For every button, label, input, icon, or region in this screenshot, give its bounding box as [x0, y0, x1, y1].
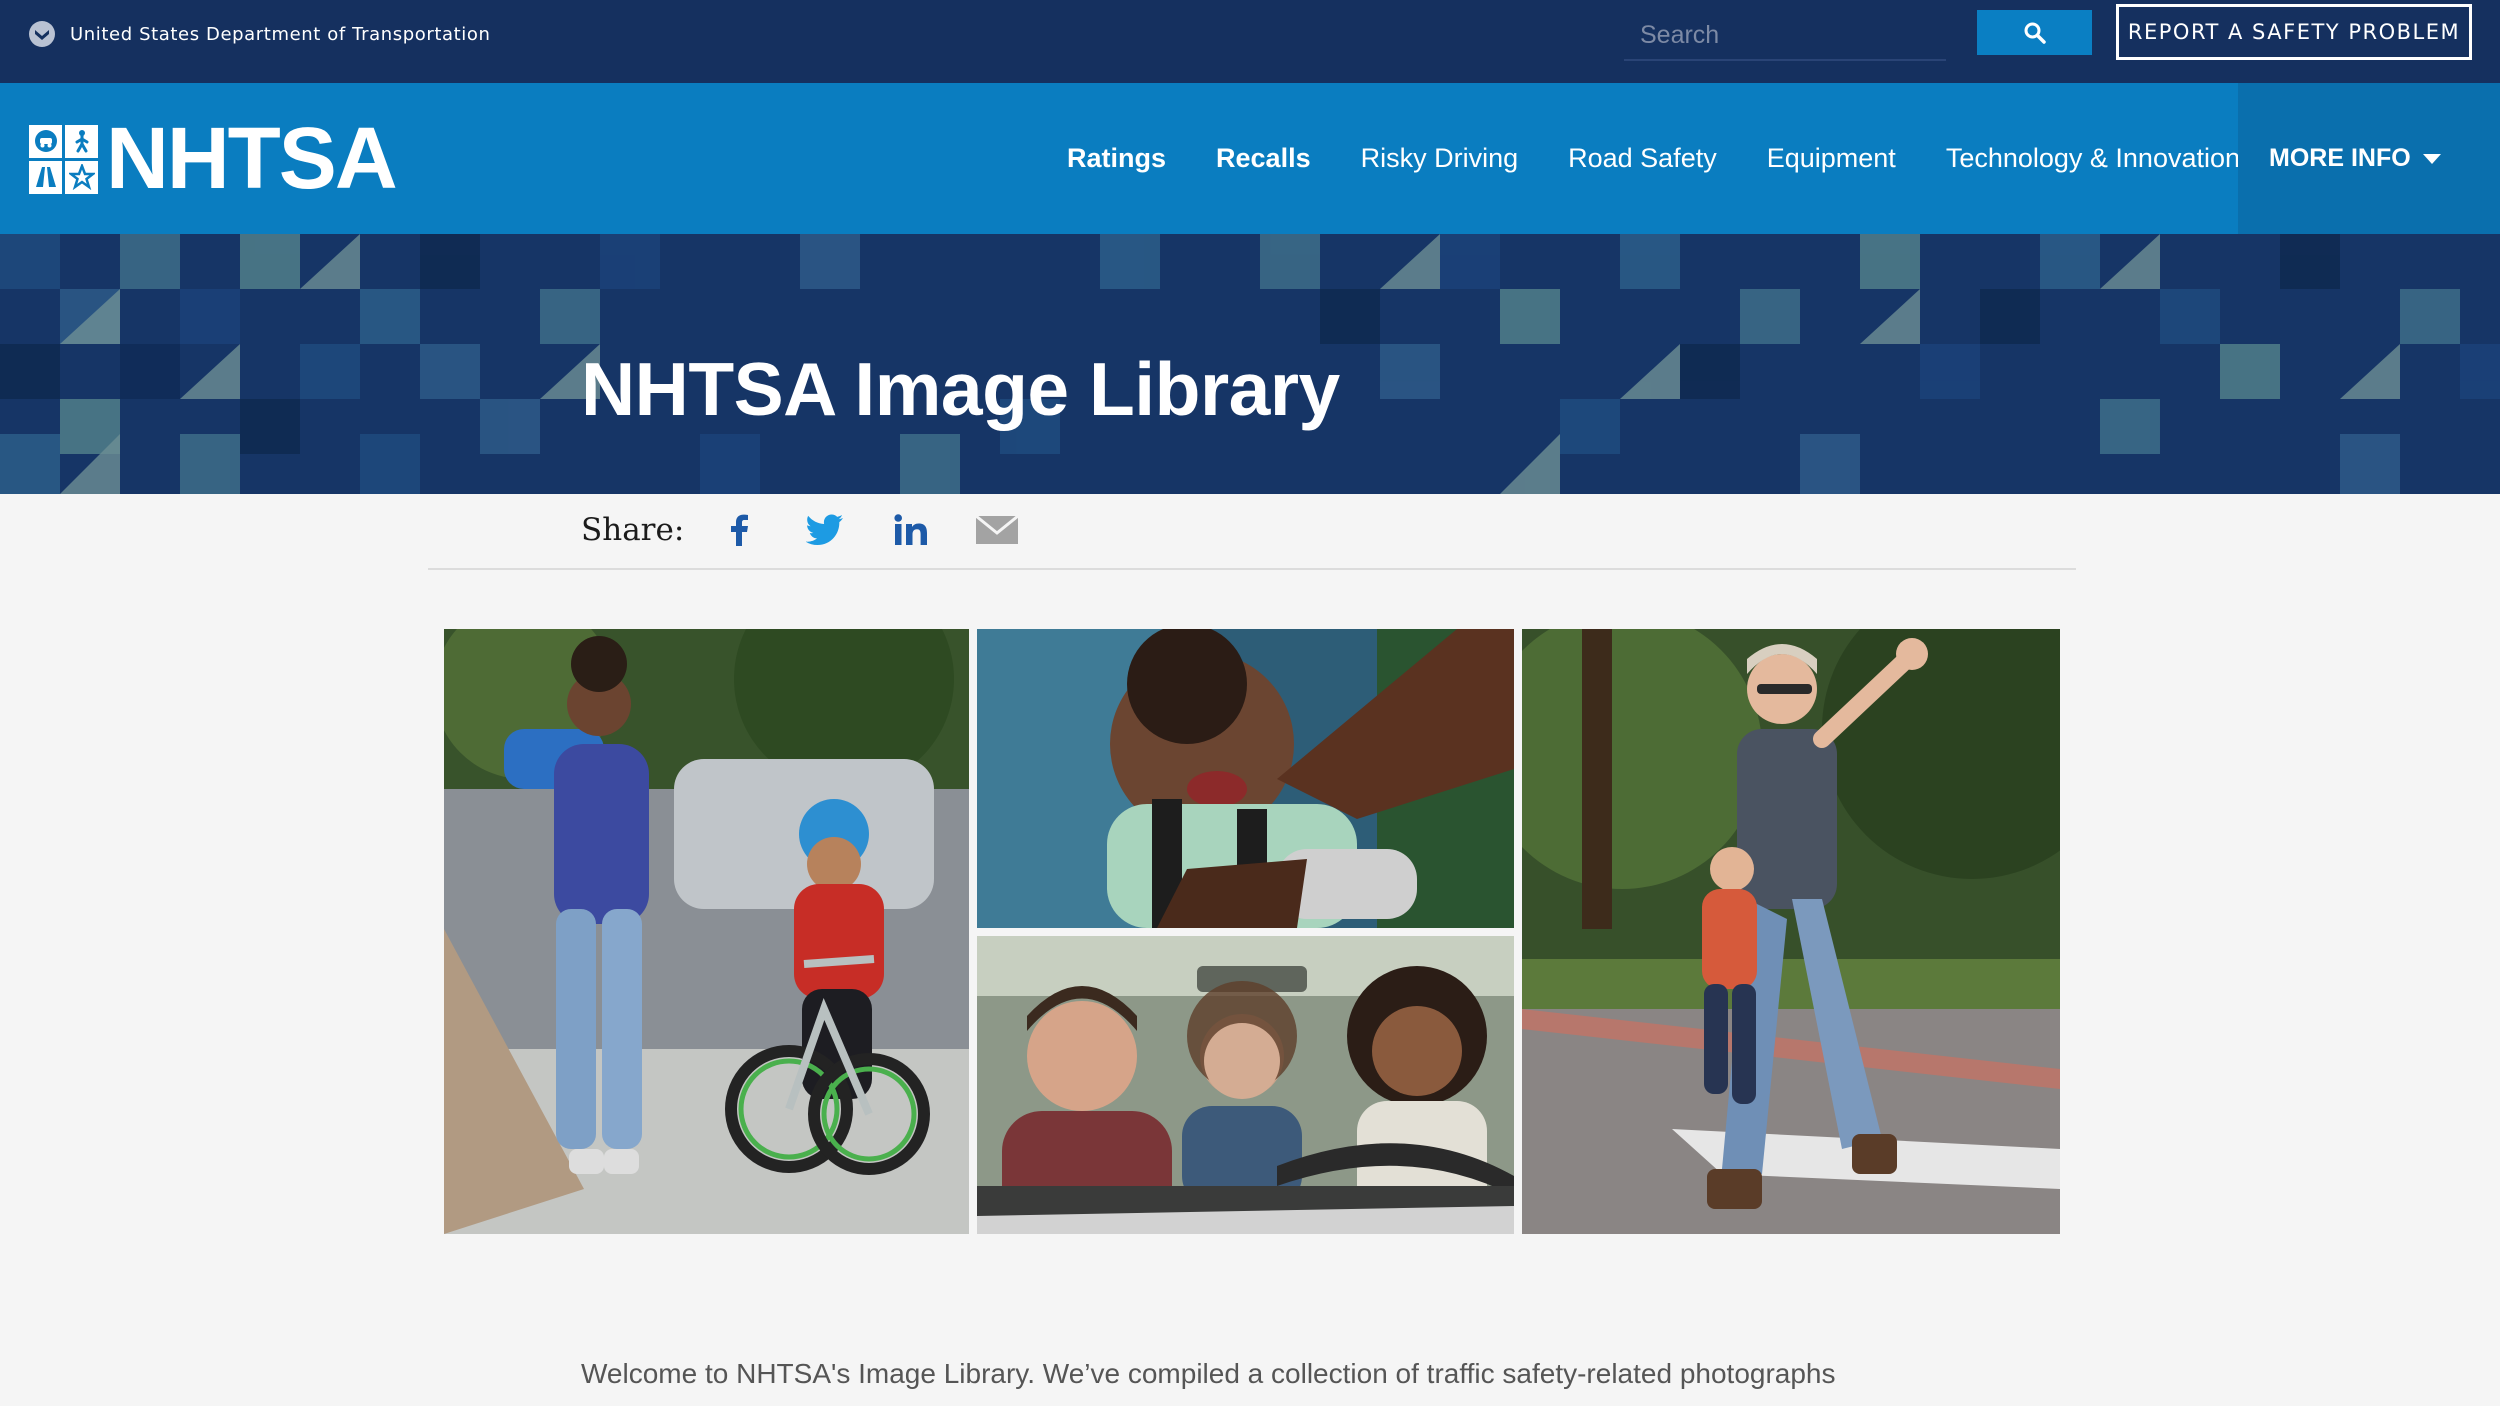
photo-woman-waving-crosswalk[interactable] [1522, 629, 2060, 1234]
search-button[interactable] [1977, 10, 2092, 55]
facebook-icon[interactable] [714, 505, 764, 555]
photo-baby-car-seat[interactable] [977, 629, 1514, 928]
search-input[interactable] [1624, 12, 1946, 61]
share-label: Share: [581, 512, 685, 548]
dot-seal-icon [29, 21, 55, 47]
nav-item-recalls[interactable]: Recalls [1191, 143, 1336, 174]
photo-teens-in-car[interactable] [977, 936, 1514, 1234]
road-icon [29, 160, 62, 194]
divider [428, 568, 2076, 570]
nav-item-risky-driving[interactable]: Risky Driving [1336, 143, 1544, 174]
nav-item-technology-innovation[interactable]: Technology & Innovation [1921, 143, 2265, 174]
more-info-label: MORE INFO [2269, 144, 2411, 172]
hero-banner: NHTSA Image Library [0, 234, 2500, 494]
more-info-dropdown[interactable]: MORE INFO [2238, 83, 2500, 234]
nav-links: Ratings Recalls Risky Driving Road Safet… [1042, 83, 2265, 234]
intro-paragraph: Welcome to NHTSA's Image Library. We’ve … [581, 1358, 1836, 1389]
search-icon [2024, 22, 2046, 44]
linkedin-icon[interactable] [886, 505, 936, 555]
brand-wordmark: NHTSA [106, 110, 398, 207]
email-icon[interactable] [972, 505, 1022, 555]
car-icon [29, 124, 62, 158]
pedestrian-icon [65, 124, 98, 158]
main-navigation: NHTSA Ratings Recalls Risky Driving Road… [0, 83, 2500, 234]
photo-woman-child-bicycle[interactable] [444, 629, 969, 1234]
nav-item-road-safety[interactable]: Road Safety [1543, 143, 1742, 174]
twitter-icon[interactable] [800, 505, 850, 555]
top-utility-bar: United States Department of Transportati… [0, 0, 2500, 83]
report-safety-problem-button[interactable]: REPORT A SAFETY PROBLEM [2116, 4, 2472, 60]
nhtsa-logo[interactable]: NHTSA [29, 110, 398, 207]
chevron-down-icon [2422, 153, 2441, 164]
nav-item-ratings[interactable]: Ratings [1042, 143, 1191, 174]
star-icon [65, 160, 98, 194]
share-bar: Share: [581, 505, 1058, 555]
nhtsa-logo-mark [29, 124, 98, 194]
nav-item-equipment[interactable]: Equipment [1742, 143, 1921, 174]
page-title: NHTSA Image Library [581, 347, 1340, 431]
department-name[interactable]: United States Department of Transportati… [70, 24, 491, 46]
